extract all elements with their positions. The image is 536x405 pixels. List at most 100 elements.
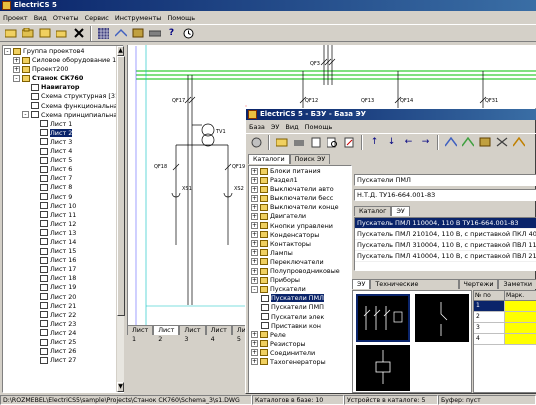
tab-sheet-1[interactable]: Лист 1 xyxy=(127,325,154,343)
tree-scrollbar[interactable]: ▲ ▼ xyxy=(116,46,125,392)
tree-item[interactable]: Лист 19 xyxy=(4,283,122,292)
db-tool-e-icon[interactable] xyxy=(511,135,526,150)
db-folder-icon[interactable] xyxy=(274,135,289,150)
db-tool-b-icon[interactable] xyxy=(460,135,475,150)
scroll-thumb[interactable] xyxy=(117,56,125,316)
tree-item[interactable]: Навигатор xyxy=(4,83,122,92)
tree-item[interactable]: Лист 1 xyxy=(4,120,122,129)
catalog-item[interactable]: + Контакторы xyxy=(250,240,350,249)
device-row[interactable]: Пускатель ПМЛ 110004, 110 В ТУ16-664.001… xyxy=(355,218,536,229)
menu-service[interactable]: Сервис xyxy=(85,14,109,22)
catalog-item[interactable]: + Лампы xyxy=(250,249,350,258)
expand-icon[interactable]: + xyxy=(251,231,258,239)
tree-item[interactable]: Лист 12 xyxy=(4,220,122,229)
grid-icon[interactable] xyxy=(96,26,111,41)
open-folder-icon[interactable] xyxy=(20,26,35,41)
tab-catalogs[interactable]: Каталоги xyxy=(248,154,290,164)
catalog-item[interactable]: + Конденсаторы xyxy=(250,231,350,240)
tree-item[interactable]: Лист 23 xyxy=(4,320,122,329)
menu-tools[interactable]: Инструменты xyxy=(115,14,162,22)
collapse-icon[interactable]: - xyxy=(251,285,258,293)
device-row[interactable]: Пускатель ПМЛ 210104, 110 В, с приставко… xyxy=(355,229,536,240)
tree-item[interactable]: + Силовое оборудование 1 xyxy=(4,56,122,65)
tree-item[interactable]: Лист 18 xyxy=(4,274,122,283)
tree-item[interactable]: + Проект200 xyxy=(4,65,122,74)
ugo-row[interactable]: 2 xyxy=(474,312,536,323)
catalog-item[interactable]: + Реле xyxy=(250,331,350,340)
db-tool-c-icon[interactable] xyxy=(477,135,492,150)
tree-item[interactable]: Схема структурная [31] xyxy=(4,92,122,101)
tree-item[interactable]: Лист 16 xyxy=(4,256,122,265)
expand-icon[interactable]: + xyxy=(13,56,20,64)
tree-item[interactable]: Лист 17 xyxy=(4,265,122,274)
catalog-name-field[interactable]: Пускатели ПМЛ xyxy=(354,174,536,186)
device-row[interactable]: Пускатель ПМЛ 310004, 110 В, с приставко… xyxy=(355,240,536,251)
expand-icon[interactable]: + xyxy=(251,185,258,193)
ugo-thumb-3[interactable] xyxy=(356,345,410,391)
expand-icon[interactable]: + xyxy=(251,203,258,211)
catalog-item[interactable]: Пускатели ПМП xyxy=(250,303,350,312)
catalog-item[interactable]: + Раздел1 xyxy=(250,176,350,185)
catalog-item[interactable]: Пускатели ПМЛ xyxy=(250,294,350,303)
catalog-item[interactable]: Пускатели элек xyxy=(250,313,350,322)
delete-icon[interactable] xyxy=(71,26,86,41)
db-doc-icon[interactable] xyxy=(308,135,323,150)
folder-group-icon[interactable] xyxy=(37,26,52,41)
tree-item[interactable]: Лист 10 xyxy=(4,202,122,211)
db-tool-a-icon[interactable] xyxy=(443,135,458,150)
db-menu-help[interactable]: Помощь xyxy=(305,123,333,131)
db-menu-eu[interactable]: ЭУ xyxy=(271,123,280,131)
ugo-row[interactable]: 3 xyxy=(474,323,536,334)
catalog-item[interactable]: + Выключатели конце xyxy=(250,203,350,212)
tree-item[interactable]: Лист 25 xyxy=(4,338,122,347)
tree-item[interactable]: Лист 2 xyxy=(4,128,122,138)
tree-item[interactable]: Лист 14 xyxy=(4,238,122,247)
scroll-up-button[interactable]: ▲ xyxy=(117,46,124,56)
tree-item[interactable]: - Схема принципиальная [3 xyxy=(4,111,123,120)
expand-icon[interactable]: + xyxy=(251,349,258,357)
db-menu-view[interactable]: Вид xyxy=(285,123,298,131)
tab-sheet-4[interactable]: Лист 4 xyxy=(205,325,232,343)
device-list[interactable]: Пускатель ПМЛ 110004, 110 В ТУ16-664.001… xyxy=(354,217,536,271)
menu-project[interactable]: Проект xyxy=(3,14,28,22)
db-tool-d-icon[interactable] xyxy=(494,135,509,150)
folder-open-icon[interactable] xyxy=(54,26,69,41)
catalog-item[interactable]: + Двигатели xyxy=(250,212,350,221)
expand-icon[interactable]: + xyxy=(251,212,258,220)
db-arrow-up-icon[interactable]: ↑ xyxy=(367,135,382,150)
tree-item[interactable]: Лист 7 xyxy=(4,174,122,183)
tree-item[interactable]: Лист 6 xyxy=(4,165,122,174)
tab-tech-params[interactable]: Технические параметры xyxy=(370,279,459,297)
tab-notes[interactable]: Заметки xyxy=(498,279,536,289)
collapse-icon[interactable]: - xyxy=(4,47,11,55)
db-search-doc-icon[interactable] xyxy=(325,135,340,150)
database-icon[interactable] xyxy=(130,26,145,41)
catalog-item[interactable]: + Резисторы xyxy=(250,340,350,349)
tab-drawings[interactable]: Чертежи xyxy=(458,279,499,289)
scroll-down-button[interactable]: ▼ xyxy=(117,382,124,392)
expand-icon[interactable]: + xyxy=(251,358,258,366)
catalog-item[interactable]: Приставки кон xyxy=(250,322,350,331)
db-menu-base[interactable]: База xyxy=(249,123,265,131)
ugo-thumb-1[interactable] xyxy=(356,294,410,342)
expand-icon[interactable]: + xyxy=(251,222,258,230)
catalog-item[interactable]: + Выключатели бесс xyxy=(250,194,350,203)
tree-item[interactable]: Лист 20 xyxy=(4,293,122,302)
tree-item[interactable]: Лист 4 xyxy=(4,147,122,156)
expand-icon[interactable]: + xyxy=(251,249,258,257)
db-arrow-down-icon[interactable]: ↓ xyxy=(384,135,399,150)
catalog-item[interactable]: + Тахогенераторы xyxy=(250,358,350,367)
db-arrow-left-icon[interactable]: ← xyxy=(401,135,416,150)
tree-item[interactable]: Лист 5 xyxy=(4,156,122,165)
catalog-item[interactable]: - Пускатели xyxy=(250,285,350,294)
ntd-field[interactable]: Н.Т.Д. ТУ16-664.001-83 xyxy=(354,189,536,201)
tab-eu[interactable]: ЭУ xyxy=(391,206,410,216)
tree-item[interactable]: Лист 27 xyxy=(4,356,122,365)
tab-catalog[interactable]: Каталог xyxy=(354,206,392,216)
catalog-item[interactable]: + Соединители xyxy=(250,349,350,358)
tab-eu-graphics[interactable]: ЭУ xyxy=(352,279,371,289)
tree-item[interactable]: Лист 26 xyxy=(4,347,122,356)
tree-item[interactable]: Схема функциональная [3 xyxy=(4,102,123,111)
about-icon[interactable] xyxy=(181,26,196,41)
expand-icon[interactable]: + xyxy=(251,331,258,339)
